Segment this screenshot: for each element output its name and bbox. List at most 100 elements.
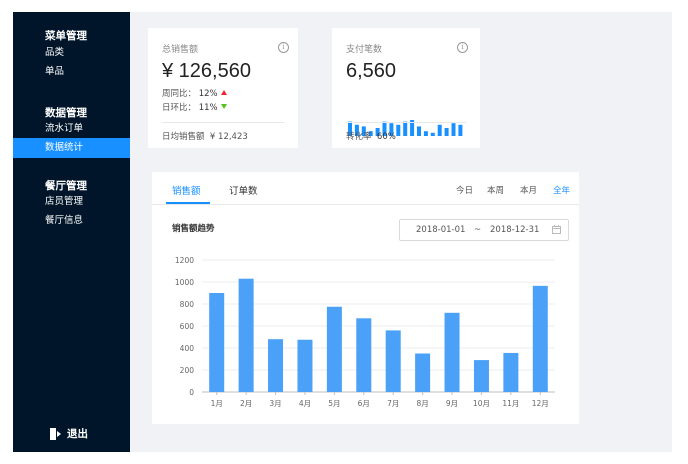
y-tick-label: 0: [189, 388, 194, 397]
range-month[interactable]: 本月: [520, 184, 537, 196]
wow-row: 周同比： 12%: [162, 87, 227, 99]
sales-total: ¥ 126,560: [162, 60, 251, 82]
tab-ink-bar: [166, 202, 210, 204]
mini-bar: [403, 121, 408, 136]
menu-group-title: 菜单管理: [45, 30, 87, 42]
sales-card: 总销售额 i ¥ 126,560 周同比： 12% 日环比： 11% 日均销售额…: [148, 28, 298, 148]
mini-bar: [423, 131, 428, 136]
conversion-value: 60%: [376, 132, 396, 142]
wow-value: 12%: [198, 89, 218, 99]
chart-bar[interactable]: [415, 353, 431, 393]
divider: [346, 122, 466, 123]
chart-bar[interactable]: [444, 312, 460, 392]
sidebar-item-label: 数据统计: [45, 142, 84, 153]
daily-avg-value: ¥ 12,423: [209, 132, 248, 142]
x-tick-label: 4月: [299, 399, 311, 408]
divider: [162, 122, 284, 123]
sales-bar-chart: 0 200 400 600 800 1000 1200 1月 2月 3月 4月 5月 6月 7月 8月 9月 1…: [175, 256, 555, 408]
chart-bar[interactable]: [238, 278, 254, 392]
mini-bar: [458, 124, 463, 136]
sidebar: 菜单管理 品类 单品 数据管理 流水订单 数据统计 餐厅管理 店员管理 餐厅信息…: [13, 12, 130, 452]
card-title: 总销售额: [162, 45, 199, 55]
y-tick-label: 400: [180, 344, 195, 353]
payments-card: 支付笔数 i 6,560 转化率 60%: [332, 28, 480, 148]
trend-down-icon: [220, 104, 227, 109]
range-today[interactable]: 今日: [456, 184, 473, 196]
range-year[interactable]: 全年: [553, 184, 570, 196]
x-tick-label: 11月: [502, 399, 519, 408]
sidebar-item-label: 流水订单: [45, 123, 84, 134]
chart-bar[interactable]: [268, 339, 284, 392]
main-content: 总销售额 i ¥ 126,560 周同比： 12% 日环比： 11% 日均销售额…: [130, 12, 672, 452]
info-icon[interactable]: i: [278, 42, 289, 53]
x-tick-label: 6月: [358, 399, 370, 408]
y-tick-label: 800: [180, 300, 195, 309]
info-icon[interactable]: i: [457, 42, 468, 53]
logout-button[interactable]: 退出: [50, 426, 88, 441]
chart-bar[interactable]: [356, 318, 372, 392]
y-tick-label: 1000: [175, 278, 194, 287]
sidebar-item-statistics[interactable]: 数据统计: [13, 138, 130, 158]
x-tick-label: 2月: [240, 399, 252, 408]
logout-icon: [50, 427, 61, 440]
x-tick-label: 12月: [532, 399, 549, 408]
sidebar-item-label: 单品: [45, 66, 65, 77]
sidebar-item-staff[interactable]: 店员管理: [13, 192, 130, 212]
chart-bar[interactable]: [297, 339, 313, 392]
y-tick-label: 1200: [175, 256, 194, 265]
chart-bar[interactable]: [473, 360, 489, 392]
mini-bar: [396, 124, 401, 136]
payments-total: 6,560: [346, 60, 397, 82]
x-tick-label: 8月: [416, 399, 428, 408]
mini-bar: [430, 132, 435, 136]
range-week[interactable]: 本周: [487, 184, 504, 196]
sidebar-item-restaurant-info[interactable]: 餐厅信息: [13, 211, 130, 231]
menu-group-title: 餐厅管理: [45, 180, 87, 192]
x-tick-label: 9月: [446, 399, 458, 408]
sidebar-item-orders[interactable]: 流水订单: [13, 119, 130, 139]
chart-bar[interactable]: [209, 293, 225, 392]
y-tick-label: 200: [180, 366, 195, 375]
tabs-bar: 销售额 订单数 今日 本周 本月 全年: [152, 172, 579, 205]
calendar-icon: [552, 225, 561, 234]
date-range-picker[interactable]: 2018-01-01 ~ 2018-12-31: [399, 219, 569, 241]
daily-avg-row: 日均销售额 ¥ 12,423: [162, 130, 248, 142]
sales-panel: 销售额 订单数 今日 本周 本月 全年 销售额趋势 2018-01-01 ~ 2…: [152, 172, 579, 424]
mini-bar: [417, 126, 421, 136]
trend-up-icon: [220, 90, 227, 95]
logout-label: 退出: [67, 428, 88, 440]
sidebar-item-category[interactable]: 品类: [13, 43, 130, 63]
chart-bar[interactable]: [326, 306, 342, 392]
conversion-row: 转化率 60%: [346, 130, 396, 142]
chart-bar[interactable]: [385, 330, 401, 392]
chart-title: 销售额趋势: [172, 224, 215, 234]
daily-avg-label: 日均销售额: [162, 132, 205, 142]
dod-value: 11%: [198, 103, 218, 113]
x-tick-label: 1月: [211, 399, 223, 408]
sidebar-item-label: 店员管理: [45, 196, 84, 207]
wow-label: 周同比: [162, 89, 188, 99]
sidebar-item-product[interactable]: 单品: [13, 62, 130, 82]
mini-bar: [437, 124, 442, 136]
card-title: 支付笔数: [346, 45, 383, 55]
x-tick-label: 3月: [269, 399, 281, 408]
date-start: 2018-01-01: [416, 225, 466, 235]
menu-group-title: 数据管理: [45, 107, 87, 119]
sidebar-item-label: 品类: [45, 47, 65, 58]
conversion-label: 转化率: [346, 132, 372, 142]
tab-orders[interactable]: 订单数: [229, 183, 258, 197]
date-separator: ~: [474, 225, 482, 235]
x-tick-label: 7月: [387, 399, 399, 408]
mini-bar: [444, 128, 449, 136]
dod-label: 日环比: [162, 103, 188, 113]
date-end: 2018-12-31: [490, 225, 540, 235]
x-tick-label: 10月: [473, 399, 490, 408]
chart-bar[interactable]: [532, 285, 548, 392]
y-tick-label: 600: [180, 322, 195, 331]
tab-sales[interactable]: 销售额: [172, 183, 201, 197]
x-tick-label: 5月: [328, 399, 340, 408]
mini-bar: [451, 123, 456, 136]
dod-row: 日环比： 11%: [162, 101, 227, 113]
sidebar-item-label: 餐厅信息: [45, 215, 84, 226]
chart-bar[interactable]: [503, 352, 519, 392]
